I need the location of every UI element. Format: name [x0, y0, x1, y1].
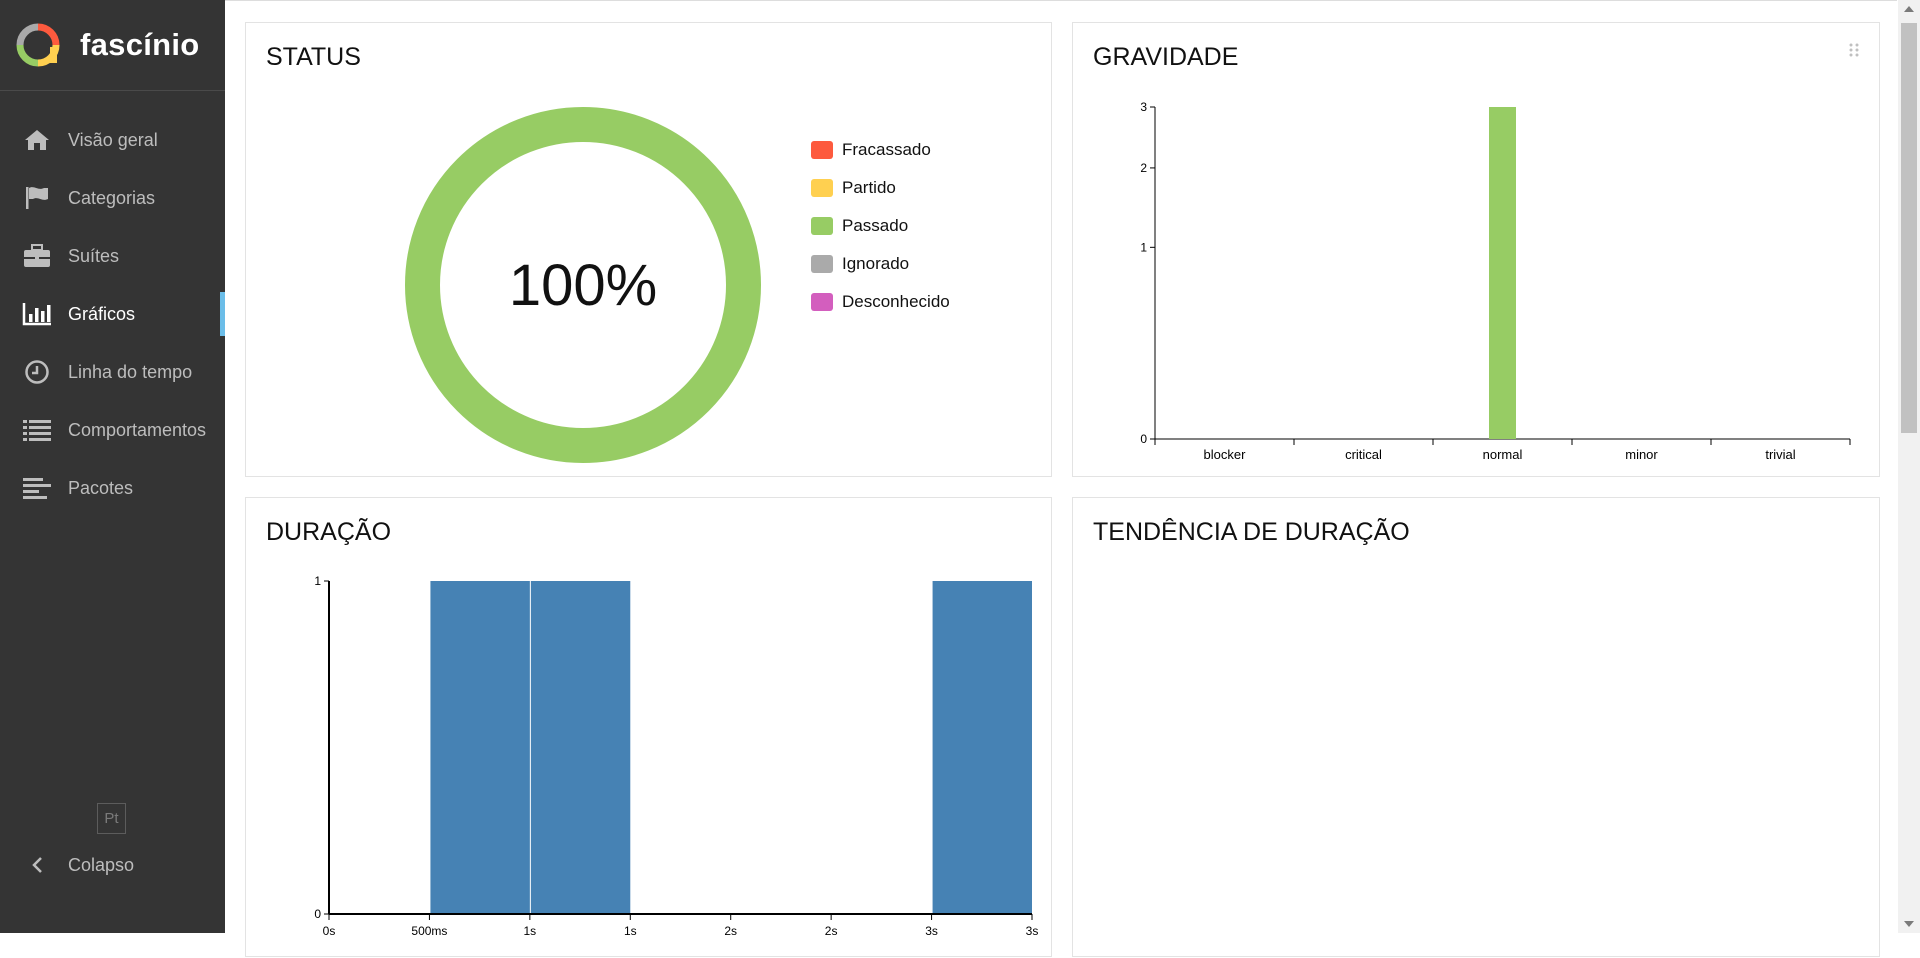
duration-bin-0[interactable] — [430, 581, 530, 914]
clock-icon — [22, 357, 52, 387]
y-tick-label: 1 — [314, 574, 321, 588]
y-tick-label: 2 — [1140, 161, 1147, 175]
y-tick-label: 0 — [314, 907, 321, 921]
severity-card: GRAVIDADE 0 1 2 3 blocker critical normal minor… — [1072, 22, 1880, 477]
legend-item-fracassado[interactable]: Fracassado — [811, 131, 950, 169]
brand-name: fascínio — [80, 27, 200, 62]
legend-label: Passado — [842, 216, 909, 235]
pie-center-label: 100% — [509, 253, 657, 318]
duration-bin-2[interactable] — [932, 581, 1032, 914]
scroll-thumb[interactable] — [1901, 23, 1917, 433]
legend-swatch — [811, 217, 833, 235]
main-content: STATUS 100% Fracassado Partido Passado Igno… — [225, 0, 1897, 957]
scroll-down-icon[interactable] — [1904, 921, 1914, 927]
page-scrollbar[interactable] — [1898, 0, 1920, 933]
sidebar-item-suites[interactable]: Suítes — [0, 227, 225, 285]
sidebar-item-label: Gráficos — [68, 303, 136, 324]
x-tick-label: critical — [1345, 447, 1382, 462]
align-left-icon — [22, 473, 52, 503]
language-selector[interactable]: Pt — [97, 803, 126, 834]
legend-swatch — [811, 255, 833, 273]
x-tick-label: 500ms — [411, 924, 447, 938]
sidebar-item-label: Visão geral — [68, 129, 158, 150]
y-tick-label: 0 — [1140, 432, 1147, 446]
legend-item-passado[interactable]: Passado — [811, 207, 950, 245]
status-legend: Fracassado Partido Passado Ignorado Desconhe… — [811, 131, 950, 321]
duration-card: DURAÇÃO 0 1 0s 500ms 1s 1s 2s 2s 3s 3s — [245, 497, 1052, 957]
status-card: STATUS 100% Fracassado Partido Passado Igno… — [245, 22, 1052, 477]
y-tick-label: 3 — [1140, 100, 1147, 114]
y-tick-label: 1 — [1140, 240, 1147, 254]
severity-bar-chart: 0 1 2 3 blocker critical normal minor trivial — [1140, 100, 1851, 462]
legend-label: Partido — [842, 178, 896, 197]
x-tick-label: 1s — [624, 924, 637, 938]
x-tick-label: 2s — [724, 924, 737, 938]
sidebar-nav: Visão geral Categorias Suítes Gráficos L… — [0, 111, 225, 517]
x-tick-label: blocker — [1204, 447, 1247, 462]
card-title: TENDÊNCIA DE DURAÇÃO — [1093, 518, 1410, 546]
sidebar-item-graphs[interactable]: Gráficos — [0, 285, 225, 343]
sidebar-item-label: Linha do tempo — [68, 361, 193, 382]
duration-bin-1[interactable] — [530, 581, 631, 914]
sidebar-item-overview[interactable]: Visão geral — [0, 111, 225, 169]
brand-logo-icon — [16, 23, 60, 67]
x-tick-label: normal — [1483, 447, 1523, 462]
collapse-label: Colapso — [68, 854, 135, 875]
x-tick-label: minor — [1625, 447, 1658, 462]
sidebar-item-timeline[interactable]: Linha do tempo — [0, 343, 225, 401]
legend-label: Fracassado — [842, 140, 931, 159]
legend-swatch — [811, 179, 833, 197]
scroll-up-icon[interactable] — [1904, 6, 1914, 12]
legend-item-desconhecido[interactable]: Desconhecido — [811, 283, 950, 321]
flag-icon — [22, 183, 52, 213]
collapse-button[interactable]: Colapso — [22, 850, 134, 880]
x-tick-label: 0s — [323, 924, 336, 938]
sidebar-item-behaviors[interactable]: Comportamentos — [0, 401, 225, 459]
legend-item-partido[interactable]: Partido — [811, 169, 950, 207]
sidebar-item-categories[interactable]: Categorias — [0, 169, 225, 227]
bar-chart-icon — [22, 299, 52, 329]
chevron-left-icon — [22, 856, 52, 874]
legend-label: Ignorado — [842, 254, 910, 273]
sidebar-item-label: Pacotes — [68, 477, 134, 498]
sidebar: fascínio Visão geral Categorias Suítes G… — [0, 0, 225, 933]
duration-trend-card: TENDÊNCIA DE DURAÇÃO — [1072, 497, 1880, 957]
legend-label: Desconhecido — [842, 292, 950, 311]
brand-header[interactable]: fascínio — [0, 0, 225, 91]
bar-normal[interactable] — [1489, 107, 1516, 439]
x-tick-label: 3s — [925, 924, 938, 938]
sidebar-item-label: Categorias — [68, 187, 156, 208]
legend-swatch — [811, 293, 833, 311]
home-icon — [22, 125, 52, 155]
status-pie-chart: 100% — [405, 107, 761, 463]
duration-histogram: 0 1 0s 500ms 1s 1s 2s 2s 3s 3s — [314, 574, 1039, 938]
legend-swatch — [811, 141, 833, 159]
x-tick-label: 2s — [825, 924, 838, 938]
legend-item-ignorado[interactable]: Ignorado — [811, 245, 950, 283]
list-icon — [22, 415, 52, 445]
sidebar-item-label: Comportamentos — [68, 419, 207, 440]
sidebar-item-label: Suítes — [68, 245, 120, 266]
briefcase-icon — [22, 241, 52, 271]
x-tick-label: 1s — [524, 924, 537, 938]
x-tick-label: trivial — [1765, 447, 1795, 462]
x-tick-label: 3s — [1026, 924, 1039, 938]
sidebar-item-packages[interactable]: Pacotes — [0, 459, 225, 517]
